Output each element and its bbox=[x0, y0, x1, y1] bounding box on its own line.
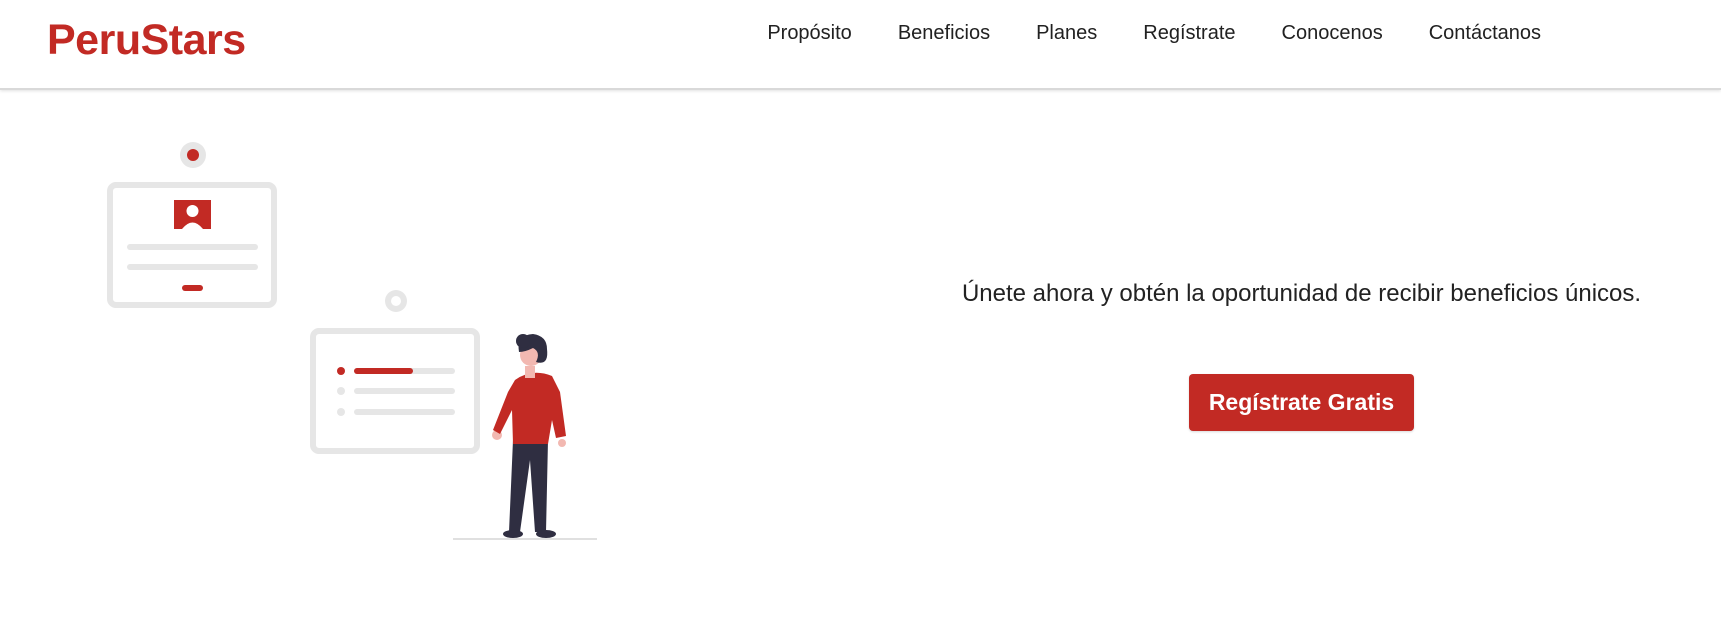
ground-line bbox=[453, 538, 597, 540]
pin-icon bbox=[385, 290, 407, 312]
id-card-profile bbox=[107, 182, 277, 308]
pin-icon bbox=[180, 142, 206, 168]
navbar: PeruStars Propósito Beneficios Planes Re… bbox=[0, 0, 1721, 90]
id-card-list bbox=[310, 328, 480, 454]
nav-link-contactanos[interactable]: Contáctanos bbox=[1429, 20, 1541, 46]
register-free-button[interactable]: Regístrate Gratis bbox=[1189, 374, 1414, 431]
nav-link-conocenos[interactable]: Conocenos bbox=[1282, 20, 1383, 46]
nav-link-registrate[interactable]: Regístrate bbox=[1143, 20, 1235, 46]
person-figure bbox=[492, 334, 566, 538]
nav-link-beneficios[interactable]: Beneficios bbox=[898, 20, 990, 46]
brand-logo[interactable]: PeruStars bbox=[47, 16, 246, 65]
nav-menu: Propósito Beneficios Planes Regístrate C… bbox=[767, 20, 1541, 46]
hero-illustration bbox=[107, 142, 597, 540]
hero-tagline: Únete ahora y obtén la oportunidad de re… bbox=[961, 280, 1642, 307]
nav-link-proposito[interactable]: Propósito bbox=[767, 20, 852, 46]
nav-link-planes[interactable]: Planes bbox=[1036, 20, 1097, 46]
